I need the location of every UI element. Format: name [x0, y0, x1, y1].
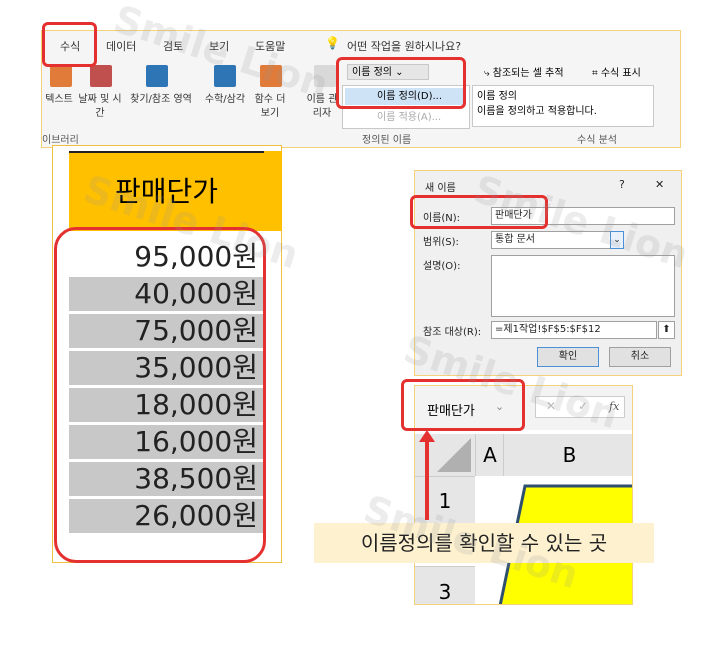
cancel-button[interactable]: 취소 — [609, 347, 671, 367]
highlight-selected-range — [54, 227, 266, 563]
more-functions-button[interactable]: 함수 더 보기 — [250, 93, 290, 121]
highlight-formulas-tab — [42, 22, 97, 67]
group-label-defined-names: 정의된 이름 — [362, 135, 412, 146]
lookup-function-button[interactable]: 찾기/참조 영역 — [122, 93, 200, 107]
text-function-icon — [50, 65, 72, 87]
scope-label: 범위(S): — [423, 237, 459, 248]
group-label-formula-auditing: 수식 분석 — [577, 135, 617, 146]
math-function-button[interactable]: 수학/삼각 — [200, 93, 250, 107]
select-all-triangle — [437, 438, 471, 472]
tooltip: 이름 정의 이름을 정의하고 적용합니다. — [472, 85, 654, 127]
arrow-up-icon — [419, 430, 435, 442]
comment-label: 설명(O): — [423, 261, 461, 272]
group-label-library: 이브러리 — [42, 135, 79, 146]
date-function-icon — [90, 65, 112, 87]
ok-button[interactable]: 확인 — [537, 347, 599, 367]
show-formulas-button[interactable]: ⌗ 수식 표시 — [592, 64, 641, 79]
dialog-title: 새 이름 — [425, 183, 456, 194]
search-prompt[interactable]: 어떤 작업을 원하시나요? — [347, 38, 461, 54]
refers-to-input[interactable]: =제1작업!$F$5:$F$12 — [491, 321, 657, 339]
close-button[interactable]: ✕ — [655, 178, 664, 191]
menu-item-apply-names[interactable]: 이름 적용(A)... — [345, 110, 465, 126]
date-function-button[interactable]: 날짜 및 시간 — [78, 93, 122, 121]
collapse-dialog-icon[interactable]: ⬆ — [658, 321, 675, 339]
row-header-3[interactable]: 3 — [415, 566, 475, 604]
tooltip-title: 이름 정의 — [477, 91, 517, 102]
next-column-header — [264, 151, 282, 231]
highlight-define-name — [336, 57, 466, 109]
tooltip-body: 이름을 정의하고 적용합니다. — [477, 106, 597, 117]
column-header-a[interactable]: A — [475, 434, 504, 476]
lookup-function-icon — [146, 65, 168, 87]
trace-precedents-button[interactable]: ⤷ 참조되는 셀 추적 — [484, 64, 564, 79]
help-button[interactable]: ? — [619, 178, 625, 191]
column-header-b[interactable]: B — [503, 434, 632, 476]
lightbulb-icon: 💡 — [325, 36, 340, 50]
text-function-button[interactable]: 텍스트 — [42, 93, 76, 107]
